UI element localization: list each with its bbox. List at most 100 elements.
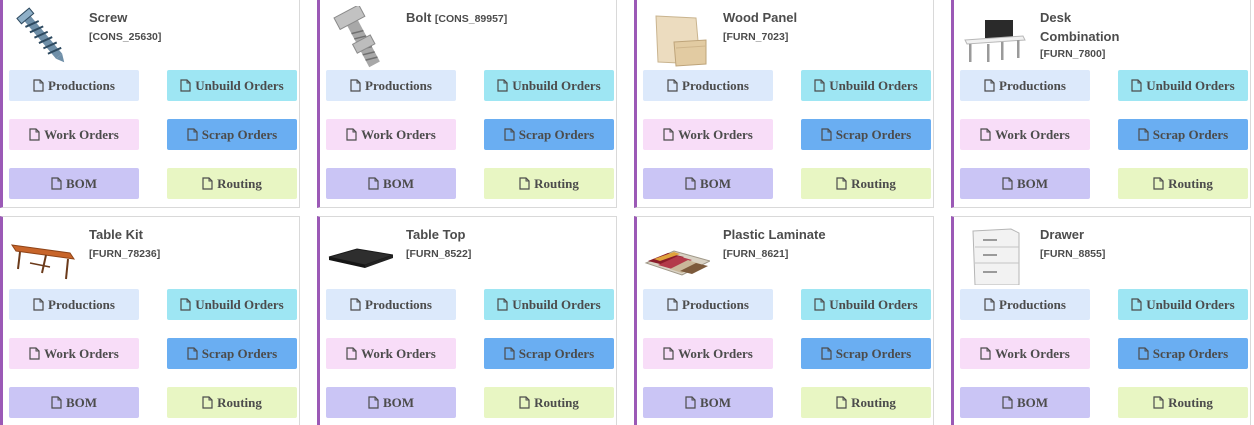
file-icon — [1002, 396, 1013, 409]
file-icon — [814, 79, 825, 92]
work-orders-button[interactable]: Work Orders — [326, 338, 456, 369]
bom-label: BOM — [699, 394, 732, 410]
product-name: Wood Panel — [723, 10, 798, 25]
product-card-screw[interactable]: Screw [CONS_25630] Productions Unbuild O… — [0, 0, 300, 208]
file-icon — [51, 396, 62, 409]
routing-button[interactable]: Routing — [167, 387, 297, 418]
work-orders-label: Work Orders — [361, 126, 436, 142]
routing-button[interactable]: Routing — [167, 168, 297, 199]
bom-button[interactable]: BOM — [960, 387, 1090, 418]
work-orders-label: Work Orders — [678, 345, 753, 361]
product-code: [CONS_25630] — [89, 31, 162, 43]
unbuild-orders-button[interactable]: Unbuild Orders — [167, 289, 297, 320]
bom-button[interactable]: BOM — [326, 387, 456, 418]
routing-label: Routing — [851, 175, 896, 191]
product-name: Plastic Laminate — [723, 227, 826, 242]
file-icon — [667, 79, 678, 92]
routing-button[interactable]: Routing — [1118, 168, 1248, 199]
product-title: Drawer [FURN_8855] — [1040, 225, 1240, 264]
productions-label: Productions — [999, 77, 1066, 93]
work-orders-button[interactable]: Work Orders — [9, 338, 139, 369]
productions-button[interactable]: Productions — [326, 70, 456, 101]
work-orders-label: Work Orders — [361, 345, 436, 361]
file-icon — [821, 128, 832, 141]
bom-button[interactable]: BOM — [643, 168, 773, 199]
productions-button[interactable]: Productions — [643, 70, 773, 101]
productions-label: Productions — [682, 77, 749, 93]
file-icon — [1131, 79, 1142, 92]
wood-panel-image — [644, 6, 710, 68]
unbuild-orders-button[interactable]: Unbuild Orders — [484, 70, 614, 101]
drawer-image — [961, 223, 1027, 285]
work-orders-button[interactable]: Work Orders — [326, 119, 456, 150]
productions-label: Productions — [48, 77, 115, 93]
bom-button[interactable]: BOM — [9, 168, 139, 199]
productions-button[interactable]: Productions — [960, 70, 1090, 101]
product-code: [FURN_8522] — [406, 248, 472, 260]
bom-button[interactable]: BOM — [643, 387, 773, 418]
file-icon — [984, 298, 995, 311]
unbuild-orders-button[interactable]: Unbuild Orders — [801, 289, 931, 320]
product-card-table-top[interactable]: Table Top [FURN_8522] Productions Unbuil… — [317, 216, 617, 425]
bolt-image — [327, 6, 393, 68]
work-orders-button[interactable]: Work Orders — [960, 338, 1090, 369]
screw-image — [10, 6, 76, 68]
scrap-orders-button[interactable]: Scrap Orders — [167, 119, 297, 150]
routing-label: Routing — [534, 175, 579, 191]
file-icon — [814, 298, 825, 311]
product-title: Wood Panel [FURN_7023] — [723, 8, 923, 47]
scrap-orders-button[interactable]: Scrap Orders — [484, 338, 614, 369]
file-icon — [202, 177, 213, 190]
productions-label: Productions — [365, 296, 432, 312]
unbuild-orders-label: Unbuild Orders — [512, 296, 601, 312]
unbuild-orders-button[interactable]: Unbuild Orders — [1118, 289, 1248, 320]
productions-button[interactable]: Productions — [9, 289, 139, 320]
bom-label: BOM — [65, 175, 98, 191]
bom-label: BOM — [1016, 394, 1049, 410]
productions-button[interactable]: Productions — [960, 289, 1090, 320]
product-card-table-kit[interactable]: Table Kit [FURN_78236] Productions Unbui… — [0, 216, 300, 425]
product-card-bolt[interactable]: Bolt [CONS_89957] Productions Unbuild Or… — [317, 0, 617, 208]
unbuild-orders-button[interactable]: Unbuild Orders — [1118, 70, 1248, 101]
unbuild-orders-button[interactable]: Unbuild Orders — [167, 70, 297, 101]
product-card-desk-combination[interactable]: Desk Combination [FURN_7800] Productions… — [951, 0, 1251, 208]
product-name: Bolt — [406, 10, 432, 25]
routing-button[interactable]: Routing — [801, 387, 931, 418]
scrap-orders-button[interactable]: Scrap Orders — [801, 119, 931, 150]
scrap-orders-button[interactable]: Scrap Orders — [167, 338, 297, 369]
work-orders-button[interactable]: Work Orders — [643, 338, 773, 369]
scrap-orders-button[interactable]: Scrap Orders — [801, 338, 931, 369]
work-orders-button[interactable]: Work Orders — [9, 119, 139, 150]
unbuild-orders-button[interactable]: Unbuild Orders — [801, 70, 931, 101]
file-icon — [1153, 177, 1164, 190]
file-icon — [368, 177, 379, 190]
file-icon — [836, 396, 847, 409]
product-name: Table Top — [406, 227, 466, 242]
routing-button[interactable]: Routing — [1118, 387, 1248, 418]
file-icon — [667, 298, 678, 311]
unbuild-orders-label: Unbuild Orders — [829, 296, 918, 312]
product-card-wood-panel[interactable]: Wood Panel [FURN_7023] Productions Unbui… — [634, 0, 934, 208]
bom-button[interactable]: BOM — [326, 168, 456, 199]
work-orders-button[interactable]: Work Orders — [960, 119, 1090, 150]
scrap-orders-button[interactable]: Scrap Orders — [1118, 119, 1248, 150]
bom-button[interactable]: BOM — [9, 387, 139, 418]
unbuild-orders-button[interactable]: Unbuild Orders — [484, 289, 614, 320]
routing-label: Routing — [1168, 394, 1213, 410]
unbuild-orders-label: Unbuild Orders — [829, 77, 918, 93]
routing-label: Routing — [217, 394, 262, 410]
productions-button[interactable]: Productions — [9, 70, 139, 101]
scrap-orders-button[interactable]: Scrap Orders — [484, 119, 614, 150]
product-card-plastic-laminate[interactable]: Plastic Laminate [FURN_8621] Productions… — [634, 216, 934, 425]
bom-button[interactable]: BOM — [960, 168, 1090, 199]
productions-button[interactable]: Productions — [326, 289, 456, 320]
product-card-drawer[interactable]: Drawer [FURN_8855] Productions Unbuild O… — [951, 216, 1251, 425]
file-icon — [33, 79, 44, 92]
scrap-orders-button[interactable]: Scrap Orders — [1118, 338, 1248, 369]
routing-button[interactable]: Routing — [484, 168, 614, 199]
work-orders-button[interactable]: Work Orders — [643, 119, 773, 150]
routing-button[interactable]: Routing — [484, 387, 614, 418]
routing-button[interactable]: Routing — [801, 168, 931, 199]
productions-button[interactable]: Productions — [643, 289, 773, 320]
product-code: [FURN_78236] — [89, 248, 161, 260]
